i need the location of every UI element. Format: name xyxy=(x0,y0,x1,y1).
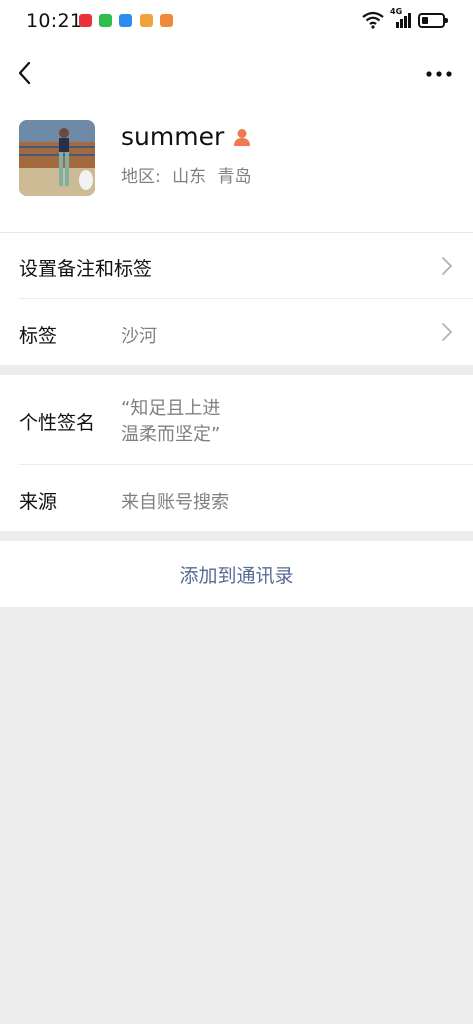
back-arrow-icon[interactable] xyxy=(14,58,38,88)
signature-line-2: 温柔而坚定” xyxy=(121,424,221,445)
section-gap xyxy=(0,365,473,375)
cellular-signal-icon: 4G xyxy=(390,7,412,29)
status-bar: 10:21 4G xyxy=(0,0,473,44)
chevron-right-icon xyxy=(442,323,453,341)
settings-group-1: 设置备注和标签 标签 沙河 xyxy=(0,233,473,365)
profile-region: 地区: 山东 青岛 xyxy=(121,162,258,187)
signature-row: 个性签名 “知足且上进 温柔而坚定” xyxy=(0,375,473,465)
region-city: 青岛 xyxy=(217,167,252,187)
tags-label: 标签 xyxy=(19,325,58,347)
status-time: 10:21 xyxy=(26,10,83,32)
info-group: 个性签名 “知足且上进 温柔而坚定” 来源 来自账号搜索 xyxy=(0,375,473,531)
signature-value: “知足且上进 温柔而坚定” xyxy=(121,396,220,448)
notification-app-icon xyxy=(79,14,92,27)
source-label: 来源 xyxy=(19,491,58,513)
wechat-notification-icon xyxy=(99,14,112,27)
person-icon xyxy=(234,128,251,146)
source-row: 来源 来自账号搜索 xyxy=(0,465,473,531)
chevron-right-icon xyxy=(442,257,453,275)
region-province: 山东 xyxy=(172,167,207,187)
profile-name: summer xyxy=(121,122,252,151)
signature-label: 个性签名 xyxy=(19,412,96,434)
app-notification-icon xyxy=(140,14,153,27)
section-gap xyxy=(0,531,473,541)
avatar[interactable] xyxy=(19,120,95,196)
profile-name-text: summer xyxy=(121,122,225,151)
battery-icon xyxy=(418,12,448,28)
signature-line-1: “知足且上进 xyxy=(121,398,221,419)
source-value: 来自账号搜索 xyxy=(121,492,229,513)
remark-and-tags-row[interactable]: 设置备注和标签 xyxy=(0,233,473,299)
message-notification-icon xyxy=(119,14,132,27)
region-label: 地区: xyxy=(121,167,161,187)
tags-value: 沙河 xyxy=(121,326,157,347)
nav-bar xyxy=(0,44,473,104)
wifi-icon xyxy=(362,11,384,29)
remark-and-tags-label: 设置备注和标签 xyxy=(19,258,153,280)
app-notification-icon-2 xyxy=(160,14,173,27)
add-to-contacts-button[interactable]: 添加到通讯录 xyxy=(0,541,473,607)
profile-header: summer 地区: 山东 青岛 xyxy=(0,104,473,232)
tags-row[interactable]: 标签 沙河 xyxy=(0,299,473,365)
more-options-icon[interactable] xyxy=(425,62,453,86)
